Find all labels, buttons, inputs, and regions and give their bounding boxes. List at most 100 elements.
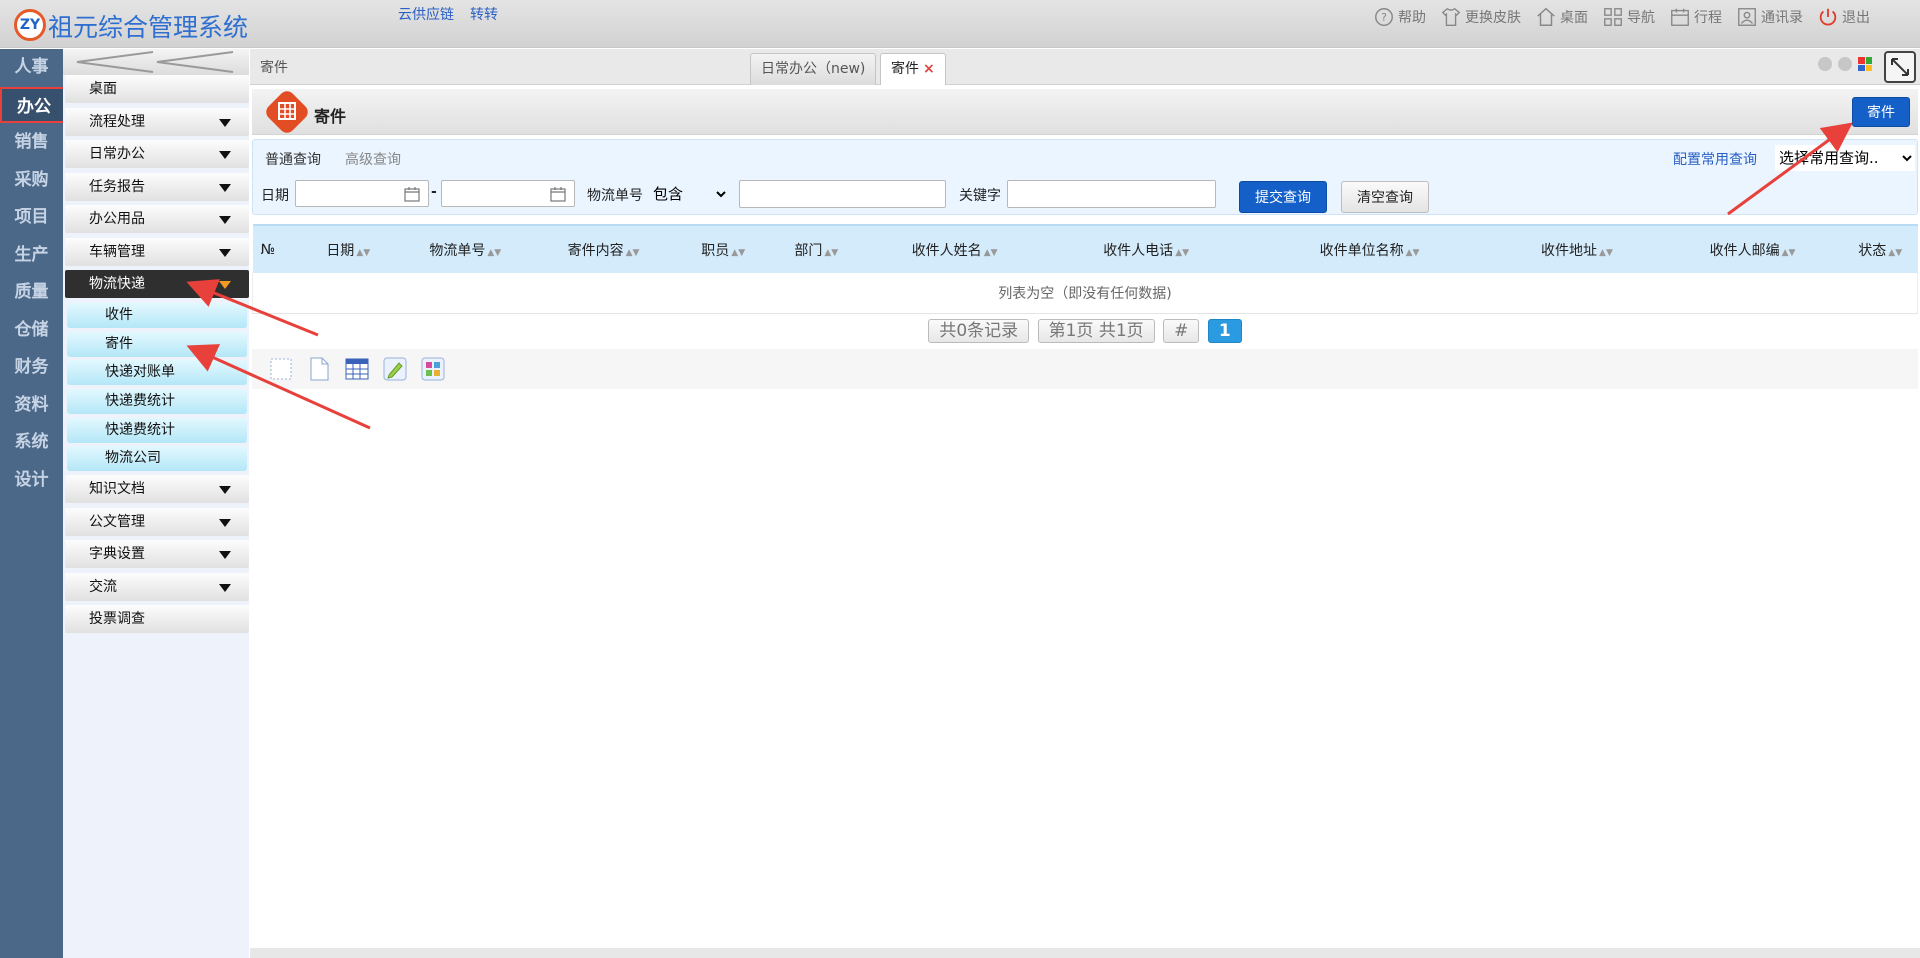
fullscreen-button[interactable] [1884, 51, 1916, 83]
column-label: 收件人电话 [1103, 242, 1174, 259]
document-icon[interactable] [306, 356, 332, 382]
menu-item-workflow[interactable]: 流程处理 [65, 108, 249, 136]
saved-query-select[interactable]: 选择常用查询.. [1775, 145, 1915, 171]
submenu-item-fee-stats-2[interactable]: 快递费统计 [67, 418, 247, 443]
home-icon [1537, 7, 1555, 26]
top-link-supply-chain[interactable]: 云供应链 [398, 4, 454, 24]
module-production[interactable]: 生产 [0, 237, 63, 273]
column-label: 物流单号 [429, 242, 486, 259]
pager-total: 共0条记录 [928, 319, 1030, 343]
module-documents[interactable]: 资料 [0, 387, 63, 423]
bottom-strip [250, 948, 1920, 958]
scroll-left-icon[interactable] [1818, 57, 1832, 71]
module-sales[interactable]: 销售 [0, 124, 63, 160]
navigation-button[interactable]: 导航 [1602, 6, 1655, 28]
module-purchase[interactable]: 采购 [0, 162, 63, 198]
module-project[interactable]: 项目 [0, 199, 63, 235]
column-header-date[interactable]: 日期 ▲▼ [295, 224, 402, 273]
menu-label: 流程处理 [89, 114, 145, 130]
table-grid-icon[interactable] [344, 356, 370, 382]
column-header-no[interactable]: № [252, 224, 296, 273]
edit-icon[interactable] [382, 356, 408, 382]
module-finance[interactable]: 财务 [0, 349, 63, 385]
menu-item-office-supplies[interactable]: 办公用品 [65, 205, 249, 233]
keyword-input[interactable] [1007, 180, 1216, 208]
column-label: 职员 [701, 242, 730, 259]
module-hr[interactable]: 人事 [0, 49, 63, 85]
menu-item-dictionary[interactable]: 字典设置 [65, 540, 249, 568]
column-header-recipient-zip[interactable]: 收件人邮编 ▲▼ [1662, 224, 1843, 273]
menu-item-knowledge[interactable]: 知识文档 [65, 475, 249, 503]
help-button[interactable]: ? 帮助 [1373, 6, 1426, 28]
module-nav: 人事 办公 销售 采购 项目 生产 质量 仓储 财务 资料 系统 设计 [0, 49, 68, 958]
menu-label: 日常办公 [89, 146, 145, 162]
logout-button[interactable]: 退出 [1817, 6, 1870, 28]
tracking-number-input[interactable] [739, 180, 946, 208]
date-from-input[interactable] [295, 180, 429, 207]
puzzle-icon[interactable] [420, 356, 446, 382]
menu-item-official-docs[interactable]: 公文管理 [65, 508, 249, 536]
select-icon[interactable] [268, 356, 294, 382]
sidebar-menu: 桌面 流程处理 日常办公 任务报告 办公用品 车辆管理 物流快递 收件 寄件 快… [63, 49, 249, 958]
pager-jump-button[interactable]: # [1163, 319, 1200, 343]
column-header-department[interactable]: 部门 ▲▼ [768, 224, 865, 273]
navigation-label: 导航 [1627, 10, 1655, 26]
match-mode-select[interactable]: 包含 [649, 181, 729, 207]
configure-saved-queries-link[interactable]: 配置常用查询 [1673, 149, 1757, 169]
module-office[interactable]: 办公 [0, 87, 68, 123]
column-header-recipient-company[interactable]: 收件单位名称 ▲▼ [1247, 224, 1492, 273]
calendar-icon [404, 187, 420, 202]
column-header-staff[interactable]: 职员 ▲▼ [678, 224, 769, 273]
change-skin-button[interactable]: 更换皮肤 [1440, 6, 1521, 28]
close-icon[interactable]: × [923, 61, 935, 77]
desktop-button[interactable]: 桌面 [1535, 6, 1588, 28]
menu-item-vehicles[interactable]: 车辆管理 [65, 238, 249, 266]
module-design[interactable]: 设计 [0, 462, 63, 498]
menu-item-desktop[interactable]: 桌面 [65, 75, 249, 103]
module-quality[interactable]: 质量 [0, 274, 63, 310]
tab-normal-query[interactable]: 普通查询 [265, 149, 321, 169]
date-to-input[interactable] [441, 180, 575, 207]
contacts-button[interactable]: 通讯录 [1736, 6, 1803, 28]
tiles-icon[interactable] [1858, 57, 1872, 71]
submenu-item-logistics-company[interactable]: 物流公司 [67, 446, 247, 471]
submenu-item-receive[interactable]: 收件 [67, 303, 247, 328]
app-title: 祖元综合管理系统 [48, 13, 249, 42]
menu-label: 办公用品 [89, 211, 145, 227]
sort-icon: ▲▼ [983, 247, 998, 258]
scroll-right-icon[interactable] [1838, 57, 1852, 71]
column-header-recipient-phone[interactable]: 收件人电话 ▲▼ [1045, 224, 1248, 273]
module-warehouse[interactable]: 仓储 [0, 312, 63, 348]
sort-icon: ▲▼ [824, 247, 839, 258]
submenu-item-send[interactable]: 寄件 [67, 332, 247, 357]
tab-send[interactable]: 寄件 × [880, 53, 946, 85]
schedule-button[interactable]: 行程 [1669, 6, 1722, 28]
column-header-tracking[interactable]: 物流单号 ▲▼ [401, 224, 530, 273]
date-label: 日期 [261, 188, 289, 204]
tab-daily-office[interactable]: 日常办公（new) [750, 53, 877, 85]
collapse-sidebar-button[interactable] [63, 49, 249, 75]
column-header-status[interactable]: 状态 ▲▼ [1842, 224, 1918, 273]
submenu-item-fee-stats[interactable]: 快递费统计 [67, 389, 247, 414]
column-header-recipient-name[interactable]: 收件人姓名 ▲▼ [864, 224, 1046, 273]
menu-item-vote[interactable]: 投票调查 [65, 605, 249, 633]
column-header-recipient-address[interactable]: 收件地址 ▲▼ [1491, 224, 1663, 273]
column-header-content[interactable]: 寄件内容 ▲▼ [529, 224, 679, 273]
module-system[interactable]: 系统 [0, 424, 63, 460]
tab-advanced-query[interactable]: 高级查询 [345, 149, 401, 169]
breadcrumb: 寄件 [260, 60, 288, 76]
top-link-zhuanzhuan[interactable]: 转转 [470, 4, 498, 24]
menu-item-daily-office[interactable]: 日常办公 [65, 140, 249, 168]
menu-item-logistics[interactable]: 物流快递 [65, 270, 249, 298]
tab-bar: 寄件 日常办公（new) 寄件 × [250, 49, 1920, 85]
menu-item-communication[interactable]: 交流 [65, 573, 249, 601]
clear-query-button[interactable]: 清空查询 [1341, 181, 1429, 213]
pager-page-1[interactable]: 1 [1207, 319, 1242, 343]
menu-item-task-report[interactable]: 任务报告 [65, 173, 249, 201]
power-icon [1819, 8, 1837, 26]
submenu-item-statement[interactable]: 快递对账单 [67, 360, 247, 385]
logout-label: 退出 [1842, 10, 1870, 26]
submit-query-button[interactable]: 提交查询 [1239, 181, 1327, 213]
column-label: № [260, 241, 276, 258]
new-shipment-button[interactable]: 寄件 [1852, 97, 1910, 127]
